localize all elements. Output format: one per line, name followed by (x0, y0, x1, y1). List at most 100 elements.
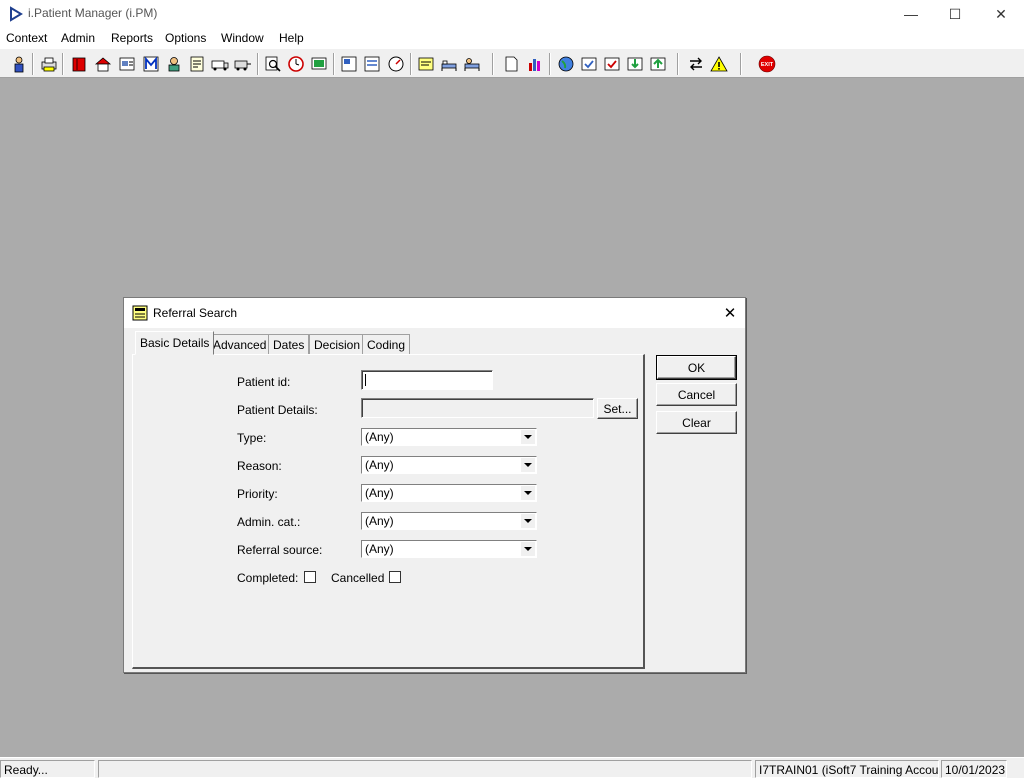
cancelled-checkbox[interactable] (389, 571, 401, 583)
status-blank-panel (98, 760, 752, 778)
cancel-label: Cancel (677, 387, 716, 402)
note-icon (190, 56, 204, 72)
toolbar-note-button[interactable] (186, 53, 208, 75)
ambulance-icon (211, 60, 229, 71)
cancelled-label: Cancelled (331, 571, 385, 585)
basic-details-panel: Patient id: Patient Details: Set... Type… (132, 354, 645, 669)
reason-select[interactable]: (Any) (361, 456, 537, 474)
admin-cat-select[interactable]: (Any) (361, 512, 537, 530)
dialog-close-button[interactable]: ✕ (718, 303, 742, 323)
toolbar-list-button[interactable] (361, 53, 383, 75)
toolbar-dial-button[interactable] (385, 53, 407, 75)
toolbar-chart-button[interactable] (524, 53, 546, 75)
toolbar-bed2-button[interactable] (461, 53, 483, 75)
chevron-down-icon[interactable] (521, 430, 535, 444)
toolbar-check2-button[interactable] (601, 53, 623, 75)
referral-source-label: Referral source: (237, 543, 323, 557)
bed-icon (441, 60, 457, 71)
toolbar-patient-button[interactable] (8, 53, 30, 75)
set-button-label: Set... (603, 401, 632, 416)
toolbar-ambulance-button[interactable] (209, 53, 231, 75)
patient-icon (14, 56, 24, 73)
set-patient-button[interactable]: Set... (597, 398, 638, 419)
toolbar-bed-button[interactable] (438, 53, 460, 75)
referral-source-select[interactable]: (Any) (361, 540, 537, 558)
toolbar-book-button[interactable] (68, 53, 90, 75)
chevron-down-icon[interactable] (521, 458, 535, 472)
tab-decision[interactable]: Decision (309, 334, 366, 354)
toolbar-separator (492, 53, 494, 75)
completed-checkbox[interactable] (304, 571, 316, 583)
menu-bar: Context Admin Reports Options Window Hel… (0, 28, 1024, 48)
app-logo-icon (10, 6, 23, 22)
toolbar-separator (549, 53, 551, 75)
chevron-down-icon[interactable] (521, 486, 535, 500)
toolbar-print-button[interactable] (38, 53, 60, 75)
house-icon (94, 57, 112, 72)
check2-icon (604, 57, 620, 71)
tab-coding[interactable]: Coding (362, 334, 411, 354)
clear-button[interactable]: Clear (656, 411, 737, 434)
toolbar-register-button[interactable] (116, 53, 138, 75)
menu-context[interactable]: Context (6, 31, 47, 45)
menu-window[interactable]: Window (221, 31, 264, 45)
bed2-icon (464, 58, 480, 71)
toolbar-warning-button[interactable] (708, 53, 730, 75)
toolbar-screen-button[interactable] (308, 53, 330, 75)
minimize-button[interactable]: — (888, 0, 934, 28)
maximize-button[interactable]: ☐ (932, 0, 978, 28)
toolbar-transfer-button[interactable] (232, 53, 254, 75)
patient-id-input[interactable] (361, 370, 493, 390)
toolbar-refresh-button[interactable] (647, 53, 669, 75)
download-icon (627, 57, 643, 71)
status-date: 10/01/2023 (941, 760, 1007, 778)
menu-help[interactable]: Help (279, 31, 304, 45)
list-icon (364, 56, 380, 72)
screen-icon (311, 57, 327, 70)
check-icon (581, 57, 597, 71)
menu-admin[interactable]: Admin (61, 31, 95, 45)
toolbar-separator (32, 53, 34, 75)
tab-dates[interactable]: Dates (268, 334, 310, 354)
status-message: Ready... (0, 760, 95, 778)
toolbar-document-button[interactable] (500, 53, 522, 75)
title-bar: i.Patient Manager (i.PM) — ☐ ✕ (0, 0, 1024, 28)
document-icon (505, 56, 518, 72)
toolbar-swap-button[interactable] (685, 53, 707, 75)
toolbar-doctor-button[interactable] (163, 53, 185, 75)
menu-options[interactable]: Options (165, 31, 206, 45)
menu-reports[interactable]: Reports (111, 31, 153, 45)
toolbar-house-button[interactable] (92, 53, 114, 75)
refresh-icon (650, 57, 666, 71)
tab-basic-details[interactable]: Basic Details (135, 331, 215, 355)
m-icon (143, 56, 159, 72)
referral-source-value: (Any) (365, 542, 394, 556)
close-icon: ✕ (723, 305, 737, 322)
toolbar-m-button[interactable] (140, 53, 162, 75)
cancel-button[interactable]: Cancel (656, 383, 737, 406)
toolbar-search-button[interactable] (262, 53, 284, 75)
reason-label: Reason: (237, 459, 282, 473)
status-bar: Ready... I7TRAIN01 (iSoft7 Training Acco… (0, 757, 1024, 778)
toolbar-note2-button[interactable] (415, 53, 437, 75)
toolbar-exit-button[interactable]: EXIT (756, 53, 778, 75)
toolbar-separator (410, 53, 412, 75)
chevron-down-icon[interactable] (521, 542, 535, 556)
priority-select[interactable]: (Any) (361, 484, 537, 502)
toolbar-clock-button[interactable] (285, 53, 307, 75)
toolbar-download-button[interactable] (624, 53, 646, 75)
toolbar-separator (257, 53, 259, 75)
toolbar-globe-button[interactable] (555, 53, 577, 75)
close-button[interactable]: ✕ (978, 0, 1024, 28)
chevron-down-icon[interactable] (521, 514, 535, 528)
tab-advanced[interactable]: Advanced (208, 334, 272, 354)
ok-button[interactable]: OK (656, 355, 737, 380)
admin-cat-label: Admin. cat.: (237, 515, 301, 529)
toolbar-separator (677, 53, 679, 75)
toolbar-check-button[interactable] (578, 53, 600, 75)
tab-label: Basic Details (140, 336, 210, 350)
close-icon: ✕ (995, 5, 1007, 22)
type-select[interactable]: (Any) (361, 428, 537, 446)
priority-label: Priority: (237, 487, 278, 501)
toolbar-report-button[interactable] (338, 53, 360, 75)
